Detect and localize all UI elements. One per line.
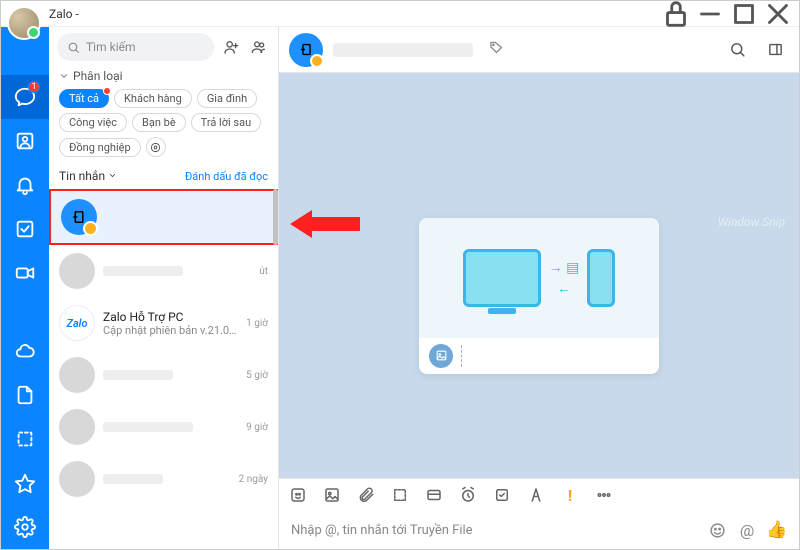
search-input[interactable]: Tìm kiếm [57, 33, 214, 61]
avatar-icon [59, 461, 95, 497]
screenshot-icon[interactable] [391, 486, 409, 504]
conversation-panel: Tìm kiếm Phân loại Tất cả Khách hàng Gia… [49, 27, 279, 549]
chip-settings-icon[interactable] [146, 137, 166, 157]
format-icon[interactable] [527, 486, 545, 504]
chat-panel: Window Snip → ▤← [279, 27, 799, 549]
chip-customers[interactable]: Khách hàng [114, 89, 192, 108]
chip-reply-later[interactable]: Trả lời sau [191, 113, 261, 132]
conversation-item[interactable]: 5 giờ [49, 349, 278, 401]
search-in-chat-icon[interactable] [723, 36, 751, 64]
conversation-item-selected[interactable] [49, 189, 278, 245]
chip-all[interactable]: Tất cả [59, 89, 109, 108]
lock-icon[interactable] [659, 1, 693, 27]
image-icon[interactable] [323, 486, 341, 504]
composer: ! Nhập @, tin nhắn tới Truyền File @ 👍 [279, 478, 799, 549]
sticker-icon[interactable] [289, 486, 307, 504]
filter-header[interactable]: Phân loại [49, 67, 278, 85]
conversation-list: út Zalo Zalo Hỗ Trợ PCCập nhật phiên bản… [49, 189, 278, 549]
chip-colleagues[interactable]: Đồng nghiệp [59, 138, 141, 157]
watermark: Window Snip [718, 215, 785, 229]
like-icon[interactable]: 👍 [767, 520, 787, 540]
search-placeholder: Tìm kiếm [86, 40, 136, 54]
mark-all-read[interactable]: Đánh dấu đã đọc [185, 170, 268, 183]
conversation-item[interactable]: út [49, 245, 278, 297]
more-icon[interactable] [595, 486, 613, 504]
minimize-button[interactable] [693, 1, 727, 27]
avatar-icon [59, 253, 95, 289]
message-input[interactable]: Nhập @, tin nhắn tới Truyền File [291, 523, 697, 538]
nav-cloud[interactable] [1, 329, 49, 373]
task-icon[interactable] [493, 486, 511, 504]
reminder-icon[interactable] [459, 486, 477, 504]
titlebar: Zalo - [1, 1, 799, 27]
nav-files[interactable] [1, 373, 49, 417]
add-friend-icon[interactable] [220, 36, 242, 58]
nav-chat[interactable]: 1 [1, 75, 49, 119]
close-button[interactable] [761, 1, 795, 27]
conversation-item[interactable]: 9 giờ [49, 401, 278, 453]
mention-icon[interactable]: @ [737, 520, 757, 540]
chat-body: Window Snip → ▤← [279, 73, 799, 478]
chat-header [279, 27, 799, 73]
user-avatar[interactable] [7, 6, 41, 40]
chat-title-blur [333, 43, 473, 57]
create-group-icon[interactable] [248, 36, 270, 58]
intro-card: → ▤← [419, 218, 659, 374]
window-title: Zalo - [49, 7, 79, 21]
avatar-icon [59, 357, 95, 393]
nav-capture[interactable] [1, 417, 49, 461]
priority-icon[interactable]: ! [561, 486, 579, 504]
chip-friends[interactable]: Bạn bè [132, 113, 186, 132]
nav-video[interactable] [1, 251, 49, 295]
image-icon [429, 344, 453, 368]
conversation-item[interactable]: 2 ngày [49, 453, 278, 505]
emoji-icon[interactable] [707, 520, 727, 540]
sidebar-toggle-icon[interactable] [761, 36, 789, 64]
sync-illustration: → ▤← [419, 218, 659, 338]
exchange-arrows-icon: → ▤← [549, 259, 580, 297]
chat-badge: 1 [28, 81, 40, 93]
scrollbar-thumb[interactable] [273, 189, 278, 245]
nav-contacts[interactable] [1, 119, 49, 163]
phone-icon [587, 249, 615, 307]
chip-work[interactable]: Công việc [59, 113, 127, 132]
tag-icon[interactable] [489, 40, 504, 59]
messages-label[interactable]: Tin nhắn [59, 169, 117, 183]
chip-family[interactable]: Gia đình [197, 89, 257, 108]
conversation-item-zalo-support[interactable]: Zalo Zalo Hỗ Trợ PCCập nhật phiên bản v.… [49, 297, 278, 349]
maximize-button[interactable] [727, 1, 761, 27]
annotation-arrow [290, 210, 360, 238]
chat-avatar-icon[interactable] [289, 33, 323, 67]
cloud-avatar-icon [61, 199, 97, 235]
nav-settings[interactable] [1, 505, 49, 549]
card-icon[interactable] [425, 486, 443, 504]
zalo-logo-icon: Zalo [59, 305, 95, 341]
avatar-icon [59, 409, 95, 445]
pc-icon [463, 249, 541, 307]
nav-notifications[interactable] [1, 163, 49, 207]
nav-star[interactable] [1, 461, 49, 505]
nav-todo[interactable] [1, 207, 49, 251]
nav-rail: 1 [1, 27, 49, 549]
attach-icon[interactable] [357, 486, 375, 504]
